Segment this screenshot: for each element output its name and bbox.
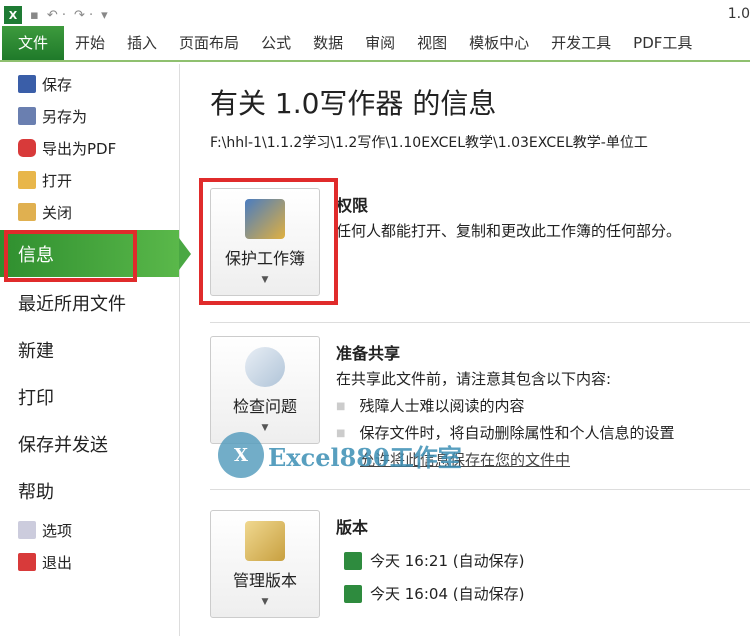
- label: 打印: [18, 387, 54, 409]
- file-path: F:\hhl-1\1.1.2学习\1.2写作\1.10EXCEL教学\1.03E…: [210, 135, 648, 151]
- sidebar-item-help[interactable]: 帮助: [0, 467, 179, 514]
- tab-file[interactable]: 文件: [2, 26, 65, 60]
- sidebar-item-exit[interactable]: 退出: [0, 546, 179, 578]
- tab-page-layout[interactable]: 页面布局: [168, 32, 250, 60]
- page-title: 有关 1.0写作器 的信息: [210, 87, 497, 120]
- sidebar-item-open[interactable]: 打开: [0, 164, 179, 196]
- label: 导出为PDF: [42, 139, 117, 158]
- highlight-info: [4, 230, 137, 282]
- sidebar-item-recent[interactable]: 最近所用文件: [0, 279, 179, 326]
- exit-icon: [18, 553, 36, 571]
- label: 最近所用文件: [18, 293, 126, 315]
- prepare-desc: 在共享此文件前，请注意其包含以下内容:: [336, 370, 612, 388]
- watermark-logo: X: [218, 432, 264, 478]
- undo-icon[interactable]: ↶ ·: [47, 8, 66, 23]
- label: 今天 16:21 (自动保存): [370, 552, 525, 570]
- check-issues-button[interactable]: 检查问题 ▼: [210, 336, 320, 444]
- tab-formulas[interactable]: 公式: [250, 32, 302, 60]
- backstage-sidebar: 保存 另存为 导出为PDF 打开 关闭 信息 最近所用文件 新建 打印 保存并发…: [0, 64, 191, 636]
- sidebar-item-close[interactable]: 关闭: [0, 196, 179, 228]
- versions-icon: [245, 521, 285, 561]
- sidebar-item-options[interactable]: 选项: [0, 514, 179, 546]
- label: 新建: [18, 340, 54, 362]
- permissions-heading: 权限: [336, 196, 369, 215]
- tab-view[interactable]: 视图: [406, 32, 458, 60]
- excel-file-icon: [344, 551, 362, 570]
- redo-icon[interactable]: ↷ ·: [74, 8, 93, 23]
- highlight-protect: [199, 178, 338, 305]
- watermark-text: Excel880工作室: [268, 442, 462, 472]
- bullet-item: 残障人士难以阅读的内容: [336, 395, 674, 416]
- label: 今天 16:04 (自动保存): [370, 585, 525, 603]
- label: 保存并发送: [18, 434, 108, 456]
- quick-access-toolbar: X ▪ ↶ · ↷ · ▾ 1.0: [0, 0, 750, 30]
- save-icon: [18, 75, 36, 93]
- options-icon: [18, 521, 36, 539]
- sidebar-item-print[interactable]: 打印: [0, 373, 179, 420]
- excel-icon: X: [4, 6, 22, 24]
- ribbon-tabs: 文件 开始 插入 页面布局 公式 数据 审阅 视图 模板中心 开发工具 PDF工…: [0, 26, 750, 62]
- version-item[interactable]: 今天 16:21 (自动保存): [344, 550, 524, 571]
- sidebar-item-save-as[interactable]: 另存为: [0, 100, 179, 132]
- label: 帮助: [18, 481, 54, 503]
- sidebar-item-save-send[interactable]: 保存并发送: [0, 420, 179, 467]
- label: 检查问题: [232, 397, 297, 416]
- prepare-heading: 准备共享: [336, 344, 401, 363]
- inspect-icon: [245, 347, 285, 387]
- label: 选项: [42, 521, 73, 540]
- sidebar-item-new[interactable]: 新建: [0, 326, 179, 373]
- label: 管理版本: [232, 571, 297, 590]
- tab-review[interactable]: 审阅: [354, 32, 406, 60]
- version-item[interactable]: 今天 16:04 (自动保存): [344, 583, 524, 604]
- tab-templates[interactable]: 模板中心: [458, 32, 540, 60]
- tab-insert[interactable]: 插入: [116, 32, 168, 60]
- sidebar-item-export-pdf[interactable]: 导出为PDF: [0, 132, 179, 164]
- sidebar-item-save[interactable]: 保存: [0, 68, 179, 100]
- dropdown-arrow-icon: ▼: [261, 597, 269, 607]
- label: 另存为: [42, 107, 88, 126]
- tab-developer[interactable]: 开发工具: [540, 32, 622, 60]
- folder-open-icon: [18, 171, 36, 189]
- manage-versions-button[interactable]: 管理版本 ▼: [210, 510, 320, 618]
- pdf-icon: [18, 139, 36, 157]
- label: 退出: [42, 553, 73, 572]
- label: 保存: [42, 75, 73, 94]
- tab-home[interactable]: 开始: [64, 32, 116, 60]
- info-panel: 有关 1.0写作器 的信息 F:\hhl-1\1.1.2学习\1.2写作\1.1…: [210, 64, 750, 618]
- tab-pdf[interactable]: PDF工具: [622, 32, 703, 60]
- folder-icon: [18, 203, 36, 221]
- watermark: X Excel880工作室: [218, 432, 462, 478]
- excel-file-icon: [344, 584, 362, 603]
- label: 打开: [42, 171, 73, 190]
- customize-icon[interactable]: ▾: [101, 8, 108, 23]
- label: 关闭: [42, 203, 73, 222]
- versions-heading: 版本: [336, 518, 369, 537]
- permissions-desc: 任何人都能打开、复制和更改此工作簿的任何部分。: [336, 222, 682, 240]
- save-as-icon: [18, 107, 36, 125]
- tab-data[interactable]: 数据: [302, 32, 354, 60]
- window-title: 1.0: [727, 6, 750, 22]
- save-icon[interactable]: ▪: [30, 8, 39, 23]
